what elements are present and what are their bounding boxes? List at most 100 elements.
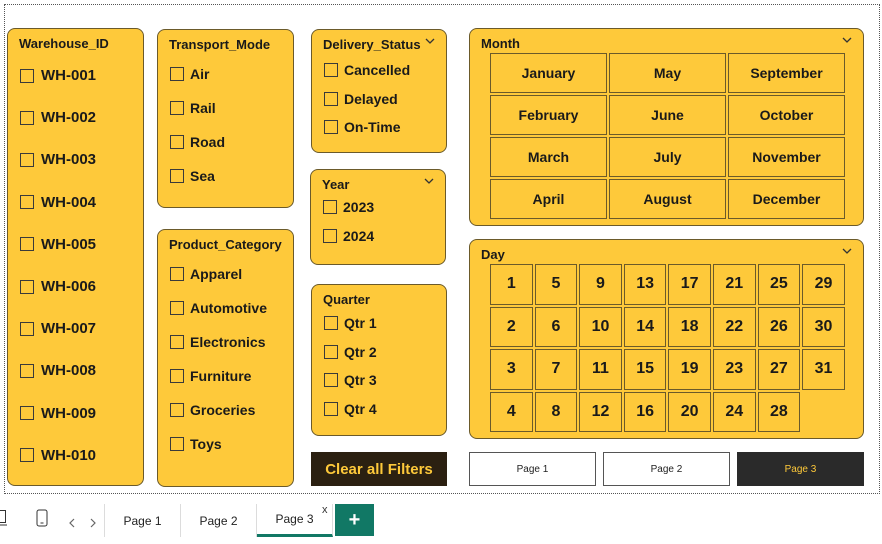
day-tile[interactable]: 17 xyxy=(668,264,711,305)
day-tile[interactable]: 31 xyxy=(802,349,845,390)
checkbox[interactable] xyxy=(20,279,34,294)
month-tile[interactable]: August xyxy=(609,179,726,219)
day-tile[interactable]: 1 xyxy=(490,264,533,305)
delivery-option[interactable]: Delayed xyxy=(324,91,398,107)
checkbox[interactable] xyxy=(324,401,338,416)
delivery-option[interactable]: Cancelled xyxy=(324,62,410,78)
day-tile[interactable]: 9 xyxy=(579,264,622,305)
month-tile[interactable]: February xyxy=(490,95,607,135)
warehouse-option[interactable]: WH-005 xyxy=(20,236,96,253)
checkbox[interactable] xyxy=(170,335,184,349)
day-tile[interactable]: 12 xyxy=(579,391,622,432)
day-tile[interactable]: 28 xyxy=(757,391,801,432)
clear-filters-button[interactable]: Clear all Filters xyxy=(311,452,447,486)
checkbox[interactable] xyxy=(170,135,184,149)
checkbox[interactable] xyxy=(20,237,34,252)
product-option[interactable]: Toys xyxy=(170,436,222,452)
day-tile[interactable]: 26 xyxy=(757,306,801,347)
product-option[interactable]: Furniture xyxy=(170,368,251,384)
transport-option[interactable]: Air xyxy=(170,66,209,82)
day-tile[interactable]: 24 xyxy=(713,391,756,432)
transport-option[interactable]: Sea xyxy=(170,168,215,184)
month-tile[interactable]: October xyxy=(728,95,845,135)
day-tile[interactable]: 6 xyxy=(534,306,578,347)
month-tile[interactable]: December xyxy=(728,179,845,219)
product-option[interactable]: Automotive xyxy=(170,300,267,316)
day-tile[interactable]: 13 xyxy=(623,264,667,305)
quarter-option[interactable]: Qtr 3 xyxy=(324,372,377,388)
month-tile[interactable]: January xyxy=(490,53,607,93)
day-tile[interactable]: 11 xyxy=(579,349,622,390)
warehouse-option[interactable]: WH-008 xyxy=(20,362,96,379)
day-tile[interactable]: 14 xyxy=(623,306,667,347)
year-option[interactable]: 2023 xyxy=(323,199,374,215)
product-option[interactable]: Apparel xyxy=(170,266,242,282)
day-tile[interactable]: 25 xyxy=(757,264,801,305)
tab-page1[interactable]: Page 1 xyxy=(104,504,181,537)
warehouse-option[interactable]: WH-002 xyxy=(20,109,96,126)
checkbox[interactable] xyxy=(20,68,34,83)
checkbox[interactable] xyxy=(324,120,338,134)
warehouse-option[interactable]: WH-001 xyxy=(20,67,96,84)
checkbox[interactable] xyxy=(20,363,34,378)
checkbox[interactable] xyxy=(170,267,184,281)
month-tile[interactable]: July xyxy=(609,137,726,177)
transport-option[interactable]: Rail xyxy=(170,100,216,116)
month-tile[interactable]: May xyxy=(609,53,726,93)
day-tile[interactable]: 5 xyxy=(534,264,578,305)
checkbox[interactable] xyxy=(20,448,34,463)
checkbox[interactable] xyxy=(323,228,337,243)
checkbox[interactable] xyxy=(170,169,184,183)
scroll-right-icon[interactable] xyxy=(89,515,97,533)
warehouse-option[interactable]: WH-006 xyxy=(20,278,96,295)
checkbox[interactable] xyxy=(324,91,338,106)
checkbox[interactable] xyxy=(324,373,338,387)
mobile-view-icon[interactable] xyxy=(36,509,48,527)
month-tile[interactable]: June xyxy=(609,95,726,135)
month-tile[interactable]: March xyxy=(490,137,607,177)
scroll-left-icon[interactable] xyxy=(68,515,76,533)
day-tile[interactable]: 20 xyxy=(668,391,711,432)
chevron-down-icon[interactable] xyxy=(423,175,435,187)
warehouse-option[interactable]: WH-010 xyxy=(20,447,96,464)
day-tile[interactable]: 19 xyxy=(668,349,711,390)
day-tile[interactable]: 3 xyxy=(490,349,533,390)
add-page-button[interactable]: + xyxy=(335,504,374,536)
checkbox[interactable] xyxy=(170,67,184,81)
checkbox[interactable] xyxy=(324,344,338,359)
checkbox[interactable] xyxy=(20,110,34,125)
close-tab-icon[interactable]: x xyxy=(322,504,328,516)
checkbox[interactable] xyxy=(170,437,184,451)
chevron-down-icon[interactable] xyxy=(841,245,853,257)
checkbox[interactable] xyxy=(20,152,34,167)
delivery-option[interactable]: On-Time xyxy=(324,119,401,135)
warehouse-option[interactable]: WH-003 xyxy=(20,151,96,168)
product-option[interactable]: Electronics xyxy=(170,334,265,350)
desktop-view-icon[interactable] xyxy=(0,510,8,526)
chevron-down-icon[interactable] xyxy=(841,34,853,46)
checkbox[interactable] xyxy=(170,403,184,417)
warehouse-option[interactable]: WH-007 xyxy=(20,320,96,337)
warehouse-option[interactable]: WH-004 xyxy=(20,194,96,211)
day-tile[interactable]: 18 xyxy=(668,306,711,347)
nav-page1-button[interactable]: Page 1 xyxy=(469,452,596,486)
day-tile[interactable]: 10 xyxy=(579,306,622,347)
month-tile[interactable]: September xyxy=(728,53,845,93)
month-tile[interactable]: April xyxy=(490,179,607,219)
day-tile[interactable]: 8 xyxy=(534,391,578,432)
nav-page2-button[interactable]: Page 2 xyxy=(603,452,730,486)
day-tile[interactable]: 22 xyxy=(713,306,756,347)
chevron-down-icon[interactable] xyxy=(424,35,436,47)
checkbox[interactable] xyxy=(170,101,184,115)
checkbox[interactable] xyxy=(170,369,184,383)
warehouse-option[interactable]: WH-009 xyxy=(20,405,96,422)
nav-page3-button[interactable]: Page 3 xyxy=(737,452,864,486)
day-tile[interactable]: 2 xyxy=(490,306,533,347)
day-tile[interactable]: 21 xyxy=(713,264,756,305)
checkbox[interactable] xyxy=(324,316,338,330)
day-tile[interactable]: 7 xyxy=(534,349,578,390)
quarter-option[interactable]: Qtr 2 xyxy=(324,344,377,360)
day-tile[interactable]: 16 xyxy=(623,391,667,432)
day-tile[interactable]: 29 xyxy=(802,264,845,305)
year-option[interactable]: 2024 xyxy=(323,228,374,244)
